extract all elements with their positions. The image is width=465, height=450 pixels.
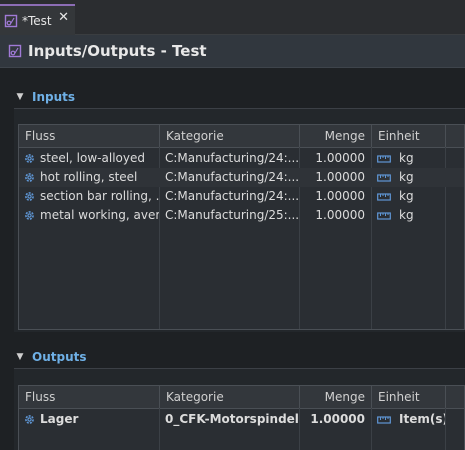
page-title: Inputs/Outputs - Test — [28, 42, 207, 60]
flow-name: hot rolling, steel — [40, 170, 138, 184]
amount-cell[interactable]: 1.00000 — [299, 410, 371, 429]
unit-cell[interactable]: kg — [371, 187, 445, 206]
table-row[interactable]: section bar rolling, ... C:Manufacturing… — [19, 187, 464, 206]
unit-name: kg — [399, 208, 414, 222]
ruler-icon — [377, 173, 391, 183]
table-row[interactable]: hot rolling, steel C:Manufacturing/24:..… — [19, 168, 464, 187]
flow-name: metal working, aver... — [40, 208, 159, 222]
unit-name: kg — [399, 170, 414, 184]
table-row[interactable]: Lager 0_CFK-Motorspindel 1.00000 Item(s) — [19, 410, 464, 429]
amount-cell[interactable]: 1.00000 — [299, 206, 371, 225]
table-row[interactable]: metal working, aver... C:Manufacturing/2… — [19, 206, 464, 225]
amount-cell[interactable]: 1.00000 — [299, 187, 371, 206]
gear-icon — [23, 413, 36, 426]
unit-cell[interactable]: kg — [371, 168, 445, 187]
flow-name: Lager — [40, 412, 79, 426]
column-header-flow[interactable]: Fluss — [19, 386, 160, 408]
gear-icon — [23, 209, 36, 222]
chevron-down-icon[interactable]: ▼ — [14, 92, 26, 102]
ruler-icon — [377, 415, 391, 425]
outputs-table: Fluss Kategorie Menge Einheit Lager 0_CF… — [18, 385, 465, 450]
process-icon — [8, 44, 22, 58]
unit-name: kg — [399, 189, 414, 203]
tab-test[interactable]: *Test ✕ — [0, 4, 75, 35]
editor-tab-bar: *Test ✕ — [0, 0, 465, 35]
column-header-unit[interactable]: Einheit — [372, 125, 446, 147]
category-cell: C:Manufacturing/24:... — [165, 151, 299, 165]
gear-icon — [23, 190, 36, 203]
ruler-icon — [377, 211, 391, 221]
table-row[interactable]: steel, low-alloyed C:Manufacturing/24:..… — [19, 149, 464, 168]
column-header-flow[interactable]: Fluss — [19, 125, 160, 147]
unit-name: Item(s) — [399, 412, 445, 426]
inputs-table: Fluss Kategorie Menge Einheit steel, low… — [18, 124, 465, 330]
outputs-section-header[interactable]: ▼ Outputs — [14, 345, 465, 369]
editor-header: Inputs/Outputs - Test — [0, 35, 465, 68]
gear-icon — [23, 171, 36, 184]
category-cell: C:Manufacturing/24:... — [165, 189, 299, 203]
column-header-unit[interactable]: Einheit — [372, 386, 446, 408]
inputs-section-label: Inputs — [32, 89, 76, 104]
category-cell: 0_CFK-Motorspindel — [165, 412, 299, 426]
category-cell: C:Manufacturing/25:... — [165, 208, 299, 222]
ruler-icon — [377, 192, 391, 202]
column-header-amount[interactable]: Menge — [300, 125, 372, 147]
flow-cell: metal working, aver... — [19, 206, 159, 225]
flow-cell: steel, low-alloyed — [19, 149, 159, 168]
close-icon[interactable]: ✕ — [58, 11, 69, 25]
inputs-section-header[interactable]: ▼ Inputs — [14, 85, 465, 109]
inputs-table-header: Fluss Kategorie Menge Einheit — [19, 125, 464, 148]
category-cell: C:Manufacturing/24:... — [165, 170, 299, 184]
flow-name: steel, low-alloyed — [40, 151, 145, 165]
column-header-category[interactable]: Kategorie — [160, 125, 300, 147]
flow-cell: Lager — [19, 410, 159, 429]
outputs-table-header: Fluss Kategorie Menge Einheit — [19, 386, 464, 409]
flow-cell: section bar rolling, ... — [19, 187, 159, 206]
process-icon — [4, 14, 18, 28]
unit-cell[interactable]: kg — [371, 149, 445, 168]
flow-cell: hot rolling, steel — [19, 168, 159, 187]
column-header-amount[interactable]: Menge — [300, 386, 372, 408]
outputs-section-label: Outputs — [32, 349, 87, 364]
unit-cell[interactable]: Item(s) — [371, 410, 445, 429]
tab-title: *Test — [22, 13, 52, 28]
gear-icon — [23, 152, 36, 165]
ruler-icon — [377, 154, 391, 164]
unit-name: kg — [399, 151, 414, 165]
unit-cell[interactable]: kg — [371, 206, 445, 225]
flow-name: section bar rolling, ... — [40, 189, 159, 203]
column-header-category[interactable]: Kategorie — [160, 386, 300, 408]
amount-cell[interactable]: 1.00000 — [299, 149, 371, 168]
chevron-down-icon[interactable]: ▼ — [14, 352, 26, 362]
amount-cell[interactable]: 1.00000 — [299, 168, 371, 187]
